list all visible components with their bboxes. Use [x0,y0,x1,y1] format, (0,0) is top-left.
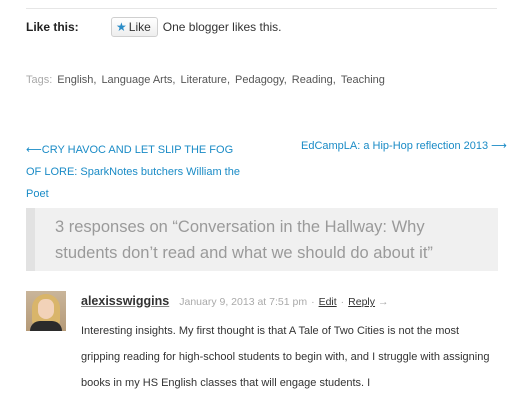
previous-post-link[interactable]: ⟵CRY HAVOC AND LET SLIP THE FOG OF LORE:… [26,139,251,205]
arrow-left-icon: ⟵ [26,143,42,156]
like-count-text: One blogger likes this. [162,20,282,34]
meta-separator: · [340,296,345,308]
like-heading: Like this: [26,20,79,34]
like-button-label: Like [128,20,151,34]
like-section: Like this: ★ Like One blogger likes this… [26,16,282,38]
responses-header: 3 responses on “Conversation in the Hall… [26,208,498,271]
responses-title: 3 responses on “Conversation in the Hall… [55,218,433,262]
like-button[interactable]: ★ Like [111,17,158,37]
comment-date-link[interactable]: January 9, 2013 at 7:51 pm [179,296,307,308]
next-post-title: EdCampLA: a Hip-Hop reflection 2013 [301,140,489,152]
comment-author-link[interactable]: alexisswiggins [81,294,169,308]
tags-label: Tags: [26,74,53,86]
top-divider [26,8,497,9]
tag-link-english[interactable]: English [57,74,93,86]
tag-link-language-arts[interactable]: Language Arts [101,74,172,86]
reply-arrow-icon: → [378,296,389,308]
next-post-link[interactable]: EdCampLA: a Hip-Hop reflection 2013 ⟶ [301,139,507,153]
post-tags: Tags: English, Language Arts, Literature, Pe… [26,74,385,86]
previous-post-title: CRY HAVOC AND LET SLIP THE FOG OF LORE: … [26,144,240,200]
tag-link-teaching[interactable]: Teaching [341,74,385,86]
tag-link-reading[interactable]: Reading [292,74,333,86]
meta-separator: · [311,296,315,308]
comment-reply-link[interactable]: Reply [348,296,375,308]
tag-link-pedagogy[interactable]: Pedagogy [235,74,284,86]
comment-meta: alexisswiggins January 9, 2013 at 7:51 p… [81,294,389,308]
arrow-right-icon: ⟶ [491,139,507,152]
comment-edit-link[interactable]: Edit [319,296,337,308]
tag-link-literature[interactable]: Literature [180,74,226,86]
avatar[interactable] [26,291,66,331]
star-icon: ★ [116,20,127,34]
comment-body: Interesting insights. My first thought i… [81,325,490,389]
